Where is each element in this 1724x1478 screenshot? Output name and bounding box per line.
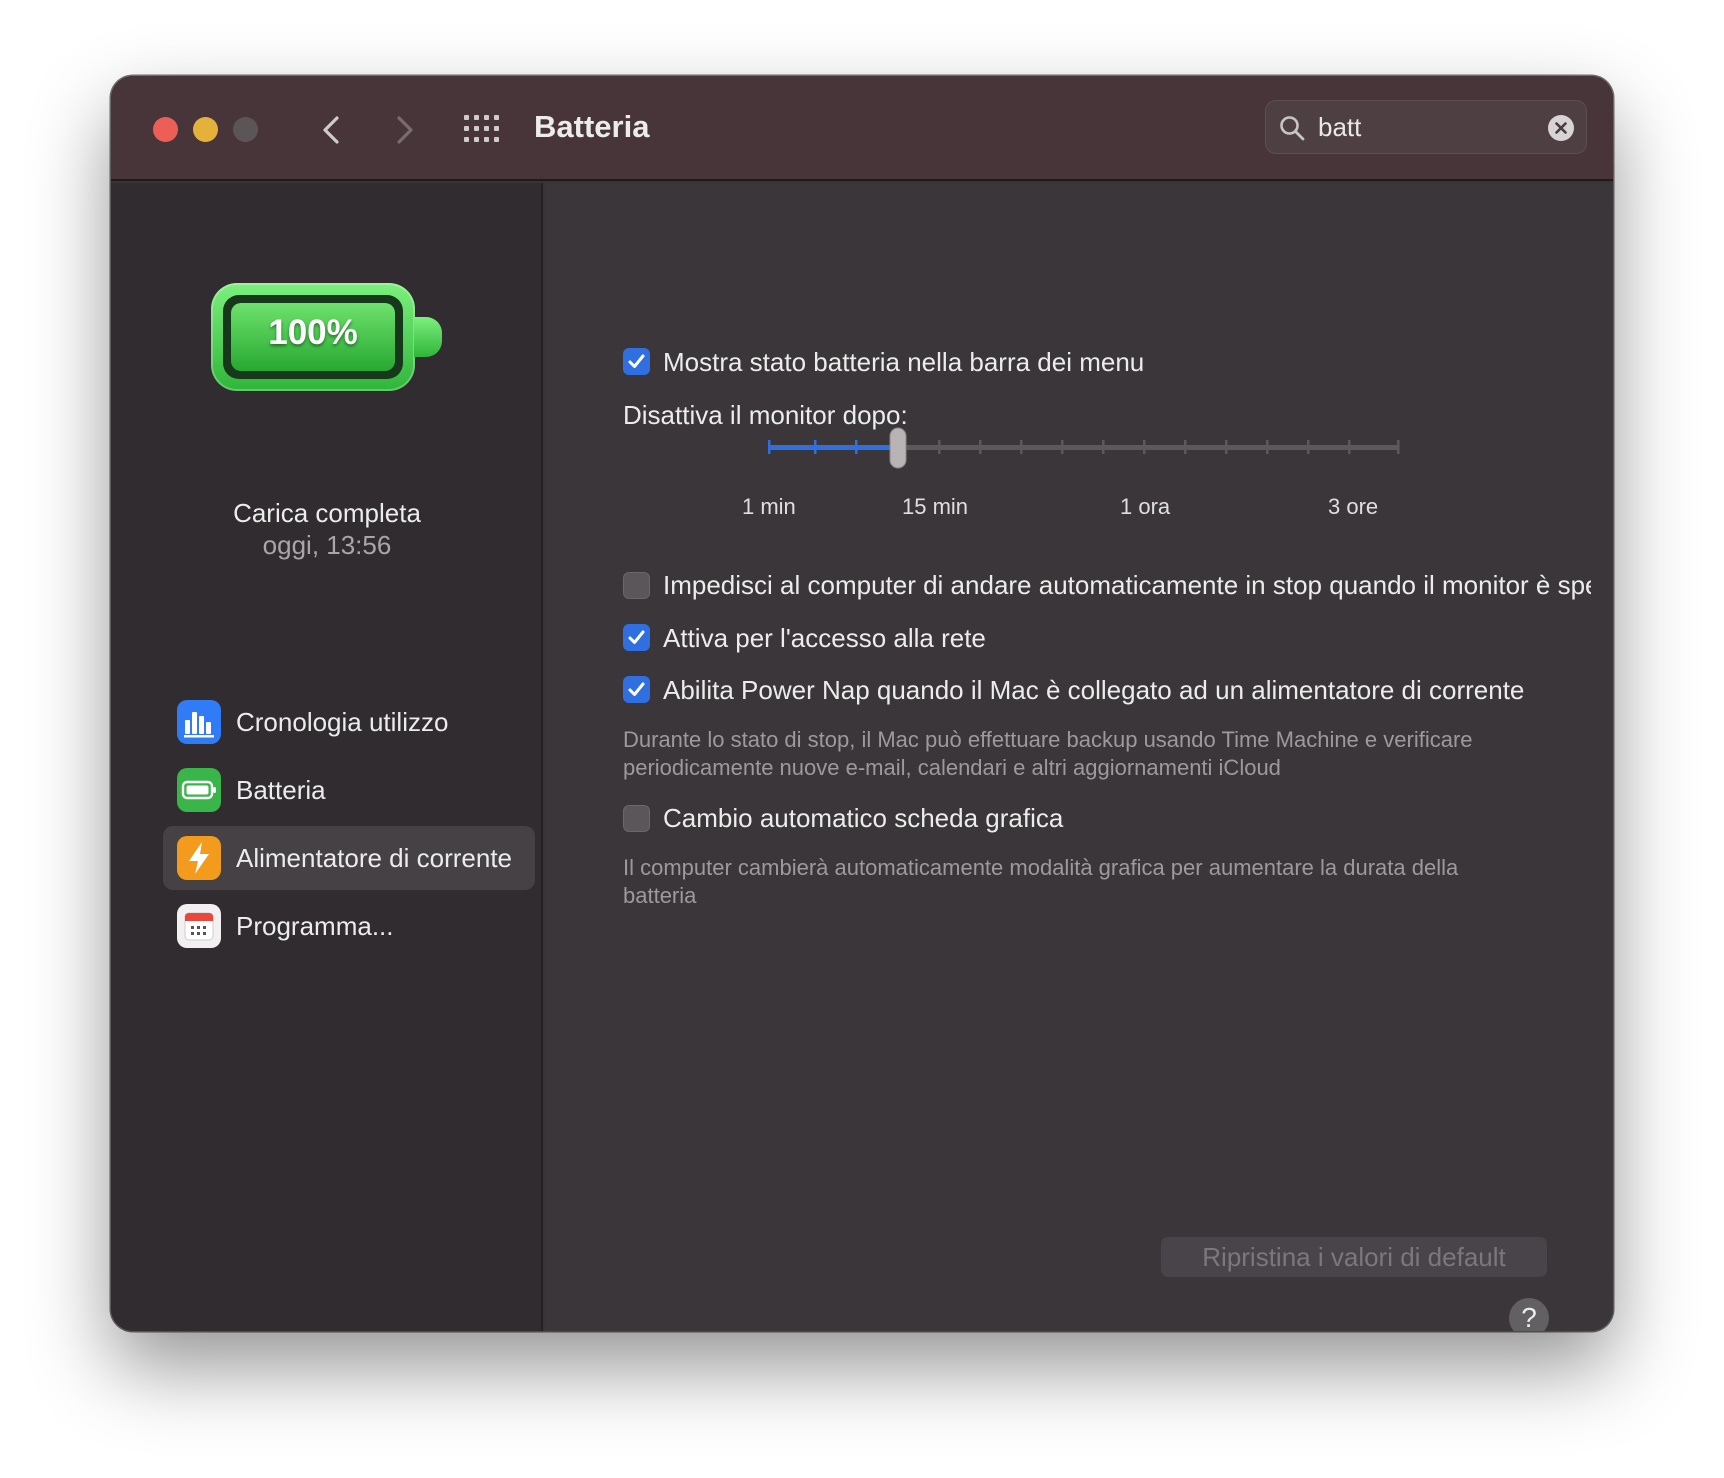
power-nap-checkbox[interactable] [623,676,650,703]
sidebar-item-usage-history[interactable]: Cronologia utilizzo [163,690,535,754]
search-icon [1280,116,1305,141]
system-preferences-window: Batteria 100% Carica completa oggi, 13:5… [111,76,1613,1331]
auto-graphics-label: Cambio automatico scheda grafica [663,803,1064,833]
sidebar-item-label: Cronologia utilizzo [236,707,449,737]
wake-network-label: Attiva per l'accesso alla rete [663,623,986,653]
search-field[interactable] [1265,100,1587,154]
slider-tick-label: 15 min [902,494,969,519]
clear-search-icon[interactable] [1548,115,1574,141]
charge-status: Carica completa [233,498,421,528]
lightning-icon [177,836,221,880]
window-title: Batteria [534,109,650,144]
sidebar-item-label: Alimentatore di corrente [236,843,513,873]
prevent-sleep-checkbox[interactable] [623,572,650,599]
slider-tick-label: 3 ore [1328,494,1379,519]
auto-graphics-description: Il computer cambierà automaticamente mod… [623,855,1459,908]
battery-percent: 100% [268,313,358,352]
sidebar-item-schedule[interactable]: Programma... [163,894,535,958]
slider-thumb[interactable] [889,427,907,469]
bar-chart-icon [177,700,221,744]
close-window-button[interactable] [153,117,178,142]
power-nap-label: Abilita Power Nap quando il Mac è colleg… [663,675,1525,705]
forward-chevron-icon[interactable] [385,112,421,148]
sidebar-item-label: Batteria [236,775,326,805]
display-sleep-slider[interactable] [545,183,1613,503]
back-chevron-icon[interactable] [315,112,351,148]
zoom-window-button[interactable] [233,117,258,142]
slider-fill [769,445,899,450]
prevent-sleep-label: Impedisci al computer di andare automati… [663,570,1591,600]
wake-network-checkbox[interactable] [623,624,650,651]
sidebar-item-label: Programma... [236,911,394,941]
minimize-window-button[interactable] [193,117,218,142]
battery-level-icon: 100% [211,283,443,395]
settings-pane: Mostra stato batteria nella barra dei me… [545,183,1613,1331]
auto-graphics-checkbox[interactable] [623,805,650,832]
help-button[interactable]: ? [1509,1298,1549,1331]
restore-defaults-button[interactable]: Ripristina i valori di default [1161,1237,1547,1277]
sidebar-item-power-adapter[interactable]: Alimentatore di corrente [163,826,535,890]
slider-tick-label: 1 ora [1120,494,1171,519]
battery-icon [177,768,221,812]
sidebar: 100% Carica completa oggi, 13:56 Cronolo… [111,183,543,1331]
title-bar: Batteria [111,76,1613,181]
show-all-grid-icon[interactable] [463,113,501,145]
charge-time: oggi, 13:56 [262,530,392,560]
power-nap-description: Durante lo stato di stop, il Mac può eff… [623,727,1473,780]
search-input[interactable] [1318,109,1538,145]
slider-tick-label: 1 min [742,494,796,519]
calendar-icon [177,904,221,948]
sidebar-item-battery[interactable]: Batteria [163,758,535,822]
